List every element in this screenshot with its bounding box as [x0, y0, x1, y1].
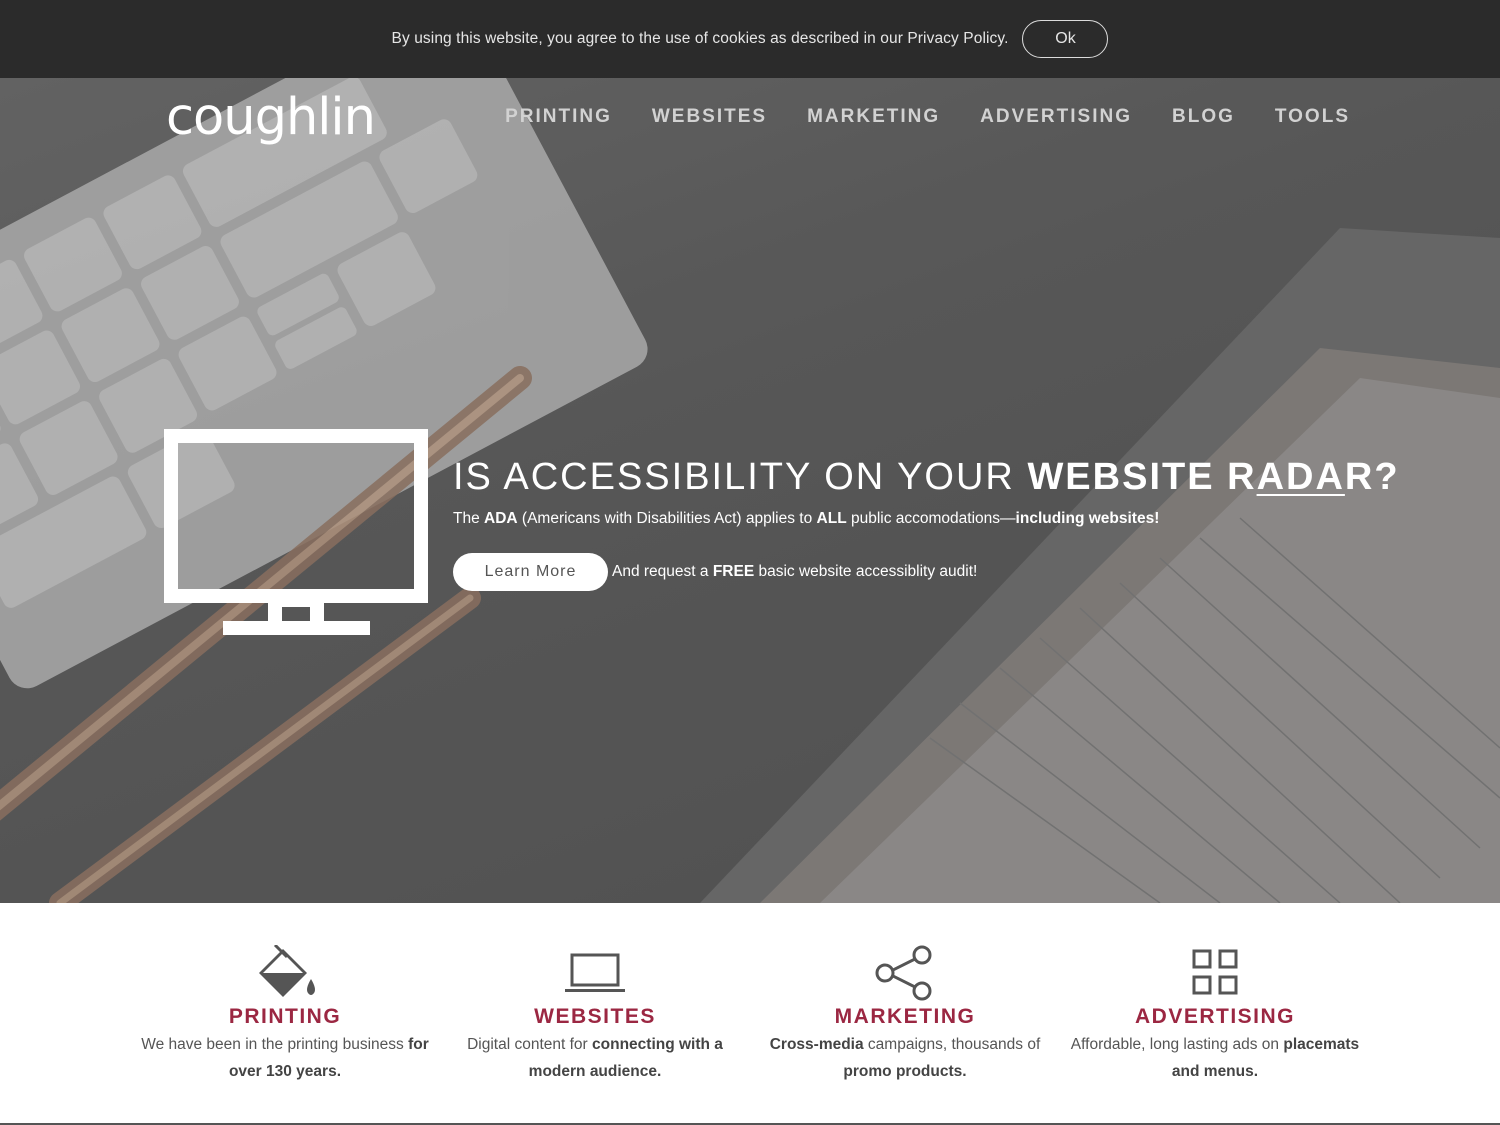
paint-bucket-icon: [259, 945, 315, 997]
nav-item-tools[interactable]: TOOLS: [1275, 106, 1350, 128]
cta-row: Learn More And request a FREE basic webs…: [453, 553, 977, 591]
monitor-icon: [164, 429, 428, 635]
service-printing[interactable]: PRINTING We have been in the printing bu…: [135, 945, 435, 1085]
headline-light: IS ACCESSIBILITY ON YOUR: [453, 456, 1028, 498]
service-title: PRINTING: [228, 1005, 342, 1028]
headline-underlined: ADA: [1256, 456, 1345, 498]
nav-item-printing[interactable]: PRINTING: [505, 106, 612, 128]
cookie-banner: By using this website, you agree to the …: [0, 0, 1500, 78]
desc-text: Digital content for: [467, 1036, 593, 1053]
nav-item-websites[interactable]: WEBSITES: [652, 106, 767, 128]
desc-text: Affordable, long lasting ads on: [1070, 1036, 1284, 1053]
service-desc: Affordable, long lasting ads on placemat…: [1065, 1031, 1365, 1085]
service-title: WEBSITES: [534, 1005, 656, 1028]
cookie-ok-button[interactable]: Ok: [1022, 20, 1109, 58]
cookie-text: By using this website, you agree to the …: [391, 30, 1009, 47]
desc-text: We have been in the printing business: [141, 1036, 409, 1053]
nav-item-marketing[interactable]: MARKETING: [807, 106, 940, 128]
main-nav: PRINTING WEBSITES MARKETING ADVERTISING …: [505, 106, 1350, 128]
share-icon: [875, 945, 932, 1001]
service-desc: We have been in the printing business fo…: [135, 1031, 435, 1085]
sub-ada: ADA: [484, 510, 518, 527]
service-title: ADVERTISING: [1134, 1005, 1295, 1028]
grid-icon: [1192, 949, 1238, 995]
sub-including: including websites!: [1015, 510, 1160, 527]
headline-bold-1: WEBSITE R: [1027, 456, 1257, 498]
cta-free: FREE: [712, 563, 755, 580]
service-desc: Digital content for connecting with a mo…: [445, 1031, 745, 1085]
site-logo[interactable]: coughlin: [166, 88, 376, 147]
headline-bold-2: R?: [1344, 456, 1400, 498]
service-marketing[interactable]: MARKETING Cross-media campaigns, thousan…: [755, 945, 1055, 1085]
learn-more-button[interactable]: Learn More: [453, 553, 608, 591]
sub-all: ALL: [816, 510, 847, 527]
nav-item-advertising[interactable]: ADVERTISING: [980, 106, 1132, 128]
services-section: PRINTING We have been in the printing bu…: [0, 903, 1500, 1125]
desc-text: campaigns, thousands of: [863, 1036, 1041, 1053]
desc-bold: promo products.: [843, 1063, 967, 1080]
hero-section: coughlin PRINTING WEBSITES MARKETING ADV…: [0, 78, 1500, 903]
service-websites[interactable]: WEBSITES Digital content for connecting …: [445, 945, 745, 1085]
sub-text-3: public accomodations—: [846, 510, 1016, 527]
cta-text-1: And request a: [612, 563, 713, 580]
laptop-icon: [565, 953, 625, 992]
sub-text-1: The: [453, 510, 485, 527]
nav-item-blog[interactable]: BLOG: [1172, 106, 1235, 128]
hero-headline: IS ACCESSIBILITY ON YOUR WEBSITE RADAR?: [453, 456, 1400, 499]
hero-subline: The ADA (Americans with Disabilities Act…: [453, 510, 1159, 528]
sub-text-2: (Americans with Disabilities Act) applie…: [517, 510, 817, 527]
service-advertising[interactable]: ADVERTISING Affordable, long lasting ads…: [1065, 945, 1365, 1085]
service-title: MARKETING: [834, 1005, 976, 1028]
cta-note: And request a FREE basic website accessi…: [612, 563, 977, 581]
service-desc: Cross-media campaigns, thousands of prom…: [755, 1031, 1055, 1085]
cta-text-2: basic website accessiblity audit!: [754, 563, 978, 580]
desc-bold-first: Cross-media: [769, 1036, 864, 1053]
